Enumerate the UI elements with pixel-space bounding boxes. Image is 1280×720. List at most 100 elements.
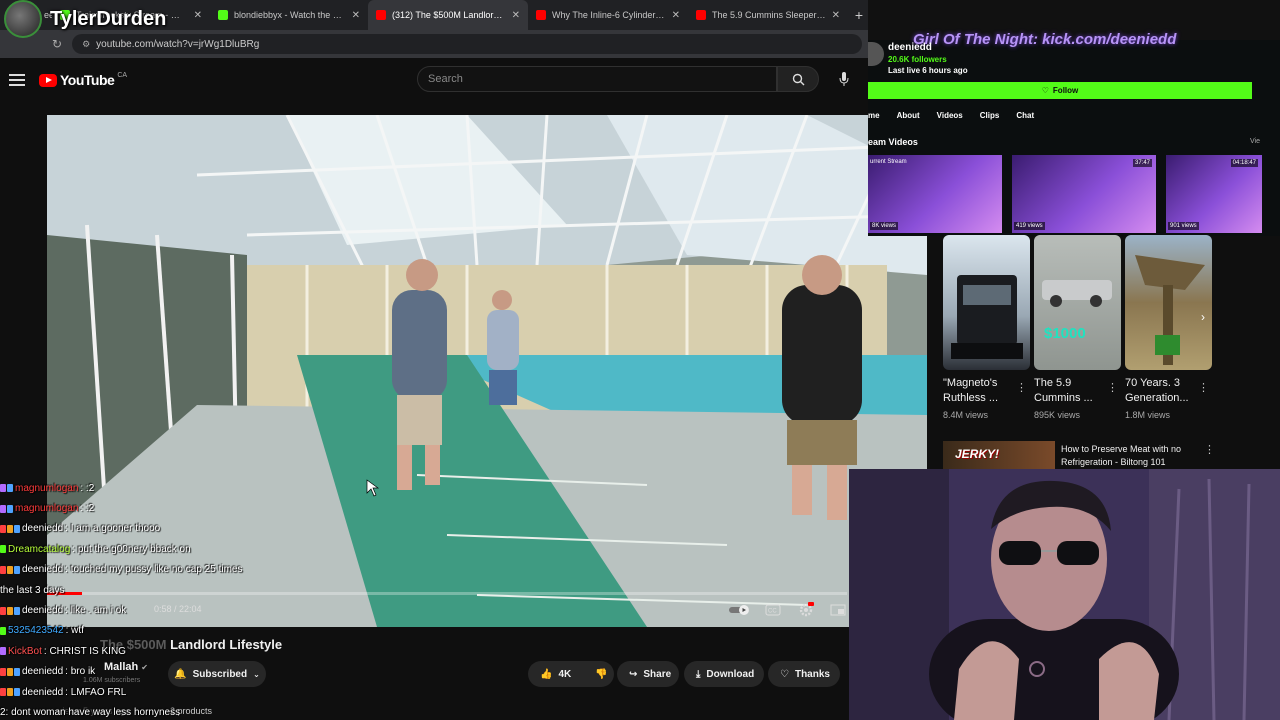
thumbs-down-icon[interactable]: 👎: [595, 669, 607, 680]
tab-inline-6[interactable]: Why The Inline-6 Cylinder Is Th ✕: [528, 0, 688, 30]
kick-tab-chat[interactable]: Chat: [1016, 111, 1034, 120]
kick-channel-panel: Girl Of The Night: kick.com/deeniedd dee…: [868, 0, 1280, 236]
kick-tab-home[interactable]: me: [868, 111, 880, 120]
more-options-icon[interactable]: ⋮: [1107, 381, 1118, 394]
close-icon[interactable]: ✕: [512, 10, 520, 21]
download-button[interactable]: ⤓ Download: [684, 661, 764, 687]
rec-thumbnail[interactable]: [1125, 235, 1212, 370]
share-button[interactable]: ↪ Share: [617, 661, 679, 687]
chat-username[interactable]: deeniedd: [22, 564, 63, 575]
country-code: CA: [117, 71, 128, 79]
tab-cummins[interactable]: The 5.9 Cummins Sleeper Build ✕: [688, 0, 848, 30]
rec-thumbnail[interactable]: $1000: [1034, 235, 1121, 370]
pickup-truck-image: [1042, 280, 1112, 307]
rec-price-overlay: $1000: [1044, 325, 1086, 342]
tab-title: The 5.9 Cummins Sleeper Build: [712, 10, 826, 20]
rec-list-thumbnail[interactable]: JERKY!: [943, 441, 1055, 471]
chat-text: : bro ik: [65, 666, 96, 678]
reload-icon[interactable]: ↻: [52, 37, 62, 51]
chat-username[interactable]: deeniedd: [22, 523, 63, 534]
like-button[interactable]: 👍 4K: [540, 669, 571, 680]
kick-follow-button[interactable]: ♡ Follow: [868, 82, 1252, 99]
chat-username[interactable]: deeniedd: [22, 687, 63, 698]
kick-tabs: me About Videos Clips Chat: [868, 111, 1034, 120]
youtube-logo[interactable]: YouTube CA: [39, 72, 127, 88]
chat-username[interactable]: Dreamcatalog: [8, 544, 70, 555]
rec-list-title[interactable]: How to Preserve Meat with no Refrigerati…: [1061, 443, 1201, 469]
close-icon[interactable]: ✕: [352, 10, 360, 21]
url-text: youtube.com/watch?v=jrWg1DluBRg: [96, 38, 260, 50]
close-icon[interactable]: ✕: [672, 10, 680, 21]
chat-badges: [0, 647, 6, 656]
youtube-play-icon: [39, 73, 57, 87]
chat-text: : touched my pussy like no cap 25 times: [65, 564, 243, 576]
kick-tab-clips[interactable]: Clips: [980, 111, 1000, 120]
kick-video-thumb[interactable]: 37:47 419 views: [1012, 155, 1156, 233]
chat-message: the last 3 days: [0, 580, 360, 600]
chat-message: deeniedd: like . am i ok: [0, 600, 360, 620]
close-icon[interactable]: ✕: [194, 10, 202, 21]
rec-title[interactable]: 70 Years. 3 Generation...: [1125, 376, 1201, 406]
chevron-right-icon[interactable]: ›: [1201, 310, 1205, 324]
miniplayer-icon[interactable]: [830, 603, 846, 617]
kick-video-thumb[interactable]: urrent Stream 8K views: [868, 155, 1002, 233]
chat-username[interactable]: deeniedd: [22, 605, 63, 616]
search-button[interactable]: [777, 66, 819, 92]
kick-view-all[interactable]: Vie: [1250, 138, 1260, 145]
badge-icon: [0, 667, 6, 676]
chat-username[interactable]: magnumlogan: [15, 503, 78, 514]
search-icon: [792, 73, 804, 85]
kick-thumb-views: 901 views: [1168, 222, 1199, 230]
kick-thumb-duration: 04:18:47: [1230, 159, 1258, 167]
new-tab-button[interactable]: +: [848, 7, 870, 23]
chat-username[interactable]: magnumlogan: [15, 483, 78, 494]
streamer-name: TylerDurden: [50, 7, 167, 30]
kick-section-title: eam Videos: [868, 137, 918, 147]
chat-text: : like . am i ok: [65, 605, 127, 617]
kick-tab-about[interactable]: About: [897, 111, 920, 120]
chat-message: deeniedd: I am a gooner thooo: [0, 519, 360, 539]
kick-tab-videos[interactable]: Videos: [937, 111, 963, 120]
more-options-icon[interactable]: ⋮: [1204, 443, 1215, 456]
chat-username[interactable]: deeniedd: [22, 666, 63, 677]
badge-icon: [14, 606, 20, 615]
badge-icon: [7, 524, 13, 533]
chat-badges: [0, 688, 20, 697]
url-field[interactable]: ⚙ youtube.com/watch?v=jrWg1DluBRg: [72, 34, 862, 54]
kick-username[interactable]: deeniedd: [888, 42, 932, 53]
microphone-icon[interactable]: [836, 70, 852, 88]
rec-title[interactable]: "Magneto's Ruthless ...: [943, 376, 1019, 406]
thanks-button[interactable]: ♡ Thanks: [768, 661, 840, 687]
youtube-icon: [696, 10, 706, 20]
hamburger-menu-icon[interactable]: [9, 74, 25, 86]
badge-icon: [7, 504, 13, 513]
badge-icon: [14, 667, 20, 676]
chat-text: : :2: [80, 482, 95, 494]
captions-icon[interactable]: CC: [765, 603, 781, 617]
search-placeholder: Search: [428, 73, 463, 85]
tab-blondiebbyx[interactable]: blondiebbyx - Watch the VOD o ✕: [210, 0, 368, 30]
badge-icon: [0, 565, 6, 574]
badge-icon: [7, 565, 13, 574]
autoplay-toggle[interactable]: [728, 603, 752, 617]
follow-label: Follow: [1052, 86, 1079, 95]
close-icon[interactable]: ✕: [832, 10, 840, 21]
share-icon: ↪: [629, 668, 638, 680]
more-options-icon[interactable]: ⋮: [1198, 381, 1209, 394]
rec-thumbnail[interactable]: [943, 235, 1030, 370]
site-info-icon[interactable]: ⚙: [82, 39, 90, 50]
settings-gear-icon[interactable]: [798, 602, 814, 617]
chat-message: deeniedd: bro ik: [0, 662, 360, 682]
rec-title[interactable]: The 5.9 Cummins ...: [1034, 376, 1110, 406]
like-dislike-group: 👍 4K 👎: [528, 661, 614, 687]
kick-video-thumb[interactable]: 04:18:47 901 views: [1166, 155, 1262, 233]
tab-landlord-lifestyle[interactable]: (312) The $500M Landlord Life: ✕: [368, 0, 528, 30]
chat-username[interactable]: KickBot: [8, 646, 42, 657]
chat-username[interactable]: 5325423542: [8, 625, 64, 636]
webcam-overlay: [849, 469, 1280, 720]
chat-message: Dreamcatalog: put the g00nery bback on: [0, 539, 360, 559]
badge-icon: [0, 545, 6, 554]
more-options-icon[interactable]: ⋮: [1016, 381, 1027, 394]
search-input[interactable]: Search: [417, 66, 777, 92]
rec-views: 895K views: [1034, 410, 1081, 420]
